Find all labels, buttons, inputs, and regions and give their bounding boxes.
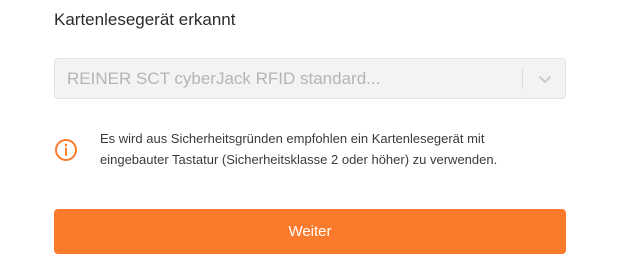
security-notice: Es wird aus Sicherheitsgründen empfohlen… bbox=[54, 128, 566, 174]
card-reader-select[interactable]: REINER SCT cyberJack RFID standard... bbox=[54, 58, 566, 99]
chevron-down-icon[interactable] bbox=[538, 72, 552, 86]
security-notice-text: Es wird aus Sicherheitsgründen empfohlen… bbox=[100, 128, 566, 170]
page-heading: Kartenlesegerät erkannt bbox=[54, 10, 236, 29]
continue-button[interactable]: Weiter bbox=[54, 209, 566, 254]
info-icon bbox=[54, 138, 78, 162]
security-notice-line-1: Es wird aus Sicherheitsgründen empfohlen… bbox=[100, 131, 485, 146]
security-notice-line-2: eingebauter Tastatur (Sicherheitsklasse … bbox=[100, 152, 498, 167]
select-divider bbox=[522, 68, 523, 89]
card-reader-select-value: REINER SCT cyberJack RFID standard... bbox=[67, 69, 381, 88]
